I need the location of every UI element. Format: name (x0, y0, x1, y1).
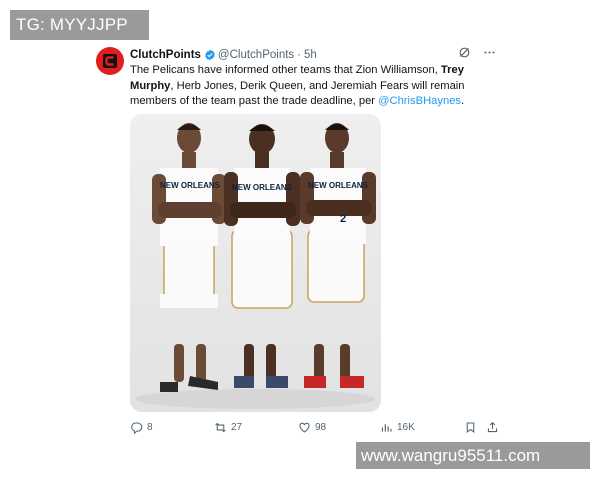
share-icon (487, 421, 498, 432)
bookmark-button[interactable] (464, 420, 477, 434)
repost-button[interactable]: 27 (214, 420, 242, 434)
views-chart-icon (381, 423, 392, 432)
bookmark-icon (466, 422, 475, 433)
like-button[interactable]: 98 (298, 420, 326, 434)
tweet-card[interactable]: ClutchPoints @ClutchPoints · 5h The Peli… (92, 42, 504, 440)
tweet-text: The Pelicans have informed other teams t… (130, 63, 502, 110)
more-options-icon[interactable] (483, 46, 496, 65)
screenshot-stage: TG: MYYJJPP ClutchPoints @ClutchPoints ·… (0, 0, 600, 480)
header-icons (458, 46, 496, 64)
header-separator: · (297, 49, 301, 61)
reply-count: 8 (147, 421, 153, 433)
clutchpoints-logo-icon (103, 54, 117, 68)
grok-icon[interactable] (458, 46, 471, 65)
jersey-number-3: 2 (340, 213, 346, 225)
tweet-timestamp[interactable]: 5h (304, 46, 317, 64)
views-button[interactable]: 16K (380, 420, 415, 434)
watermark-top-banner: TG: MYYJJPP (10, 10, 149, 40)
verified-badge-icon (204, 49, 216, 61)
repost-icon (215, 422, 226, 432)
players-photo-image: NEW ORLEANS NEW ORLEANS NEW ORLEANS 2 (130, 114, 381, 412)
watermark-bottom-banner: www.wangru95511.com (356, 442, 590, 469)
share-button[interactable] (486, 420, 499, 434)
tweet-photo[interactable]: NEW ORLEANS NEW ORLEANS NEW ORLEANS 2 (130, 114, 381, 412)
like-count: 98 (315, 421, 327, 433)
jersey-text-1: NEW ORLEANS (160, 181, 221, 190)
tweet-header: ClutchPoints @ClutchPoints · 5h (130, 46, 504, 64)
author-name[interactable]: ClutchPoints (130, 46, 201, 64)
tweet-text-part1: The Pelicans have informed other teams t… (130, 64, 441, 76)
views-count: 16K (397, 421, 415, 433)
reply-button[interactable]: 8 (130, 420, 153, 434)
jersey-text-2: NEW ORLEANS (232, 183, 293, 192)
tweet-text-part3: . (461, 95, 465, 107)
heart-icon (299, 422, 310, 433)
author-handle[interactable]: @ClutchPoints (218, 46, 294, 64)
tweet-action-bar: 8 27 98 16K (130, 420, 502, 434)
jersey-text-3: NEW ORLEANS (308, 181, 369, 190)
mention-link[interactable]: @ChrisBHaynes (378, 95, 461, 107)
avatar[interactable] (96, 47, 124, 75)
repost-count: 27 (231, 421, 243, 433)
reply-icon (131, 422, 143, 434)
